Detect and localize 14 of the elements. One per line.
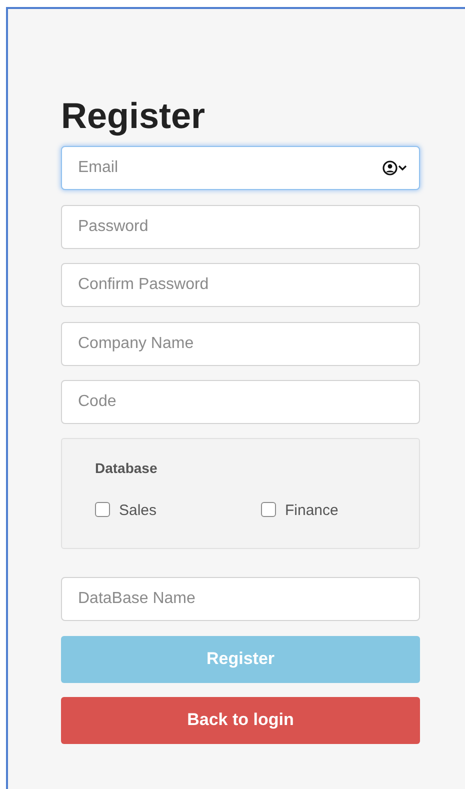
checkbox-label: Finance: [285, 501, 338, 520]
page-title: Register: [61, 94, 206, 138]
checkbox[interactable]: [261, 502, 276, 517]
checkbox[interactable]: [95, 502, 110, 517]
input-field[interactable]: Code: [61, 380, 420, 424]
checkbox-label: Sales: [119, 501, 157, 520]
input-field[interactable]: Email: [61, 146, 420, 190]
back-to-login-button[interactable]: Back to login: [61, 696, 420, 744]
input-field[interactable]: DataBase Name: [61, 577, 420, 622]
panel-heading: Database: [95, 460, 158, 476]
autofill-icon[interactable]: [382, 160, 408, 176]
input-field[interactable]: Confirm Password: [61, 263, 420, 308]
input-field[interactable]: Password: [61, 204, 420, 249]
input-field[interactable]: Company Name: [61, 322, 420, 366]
